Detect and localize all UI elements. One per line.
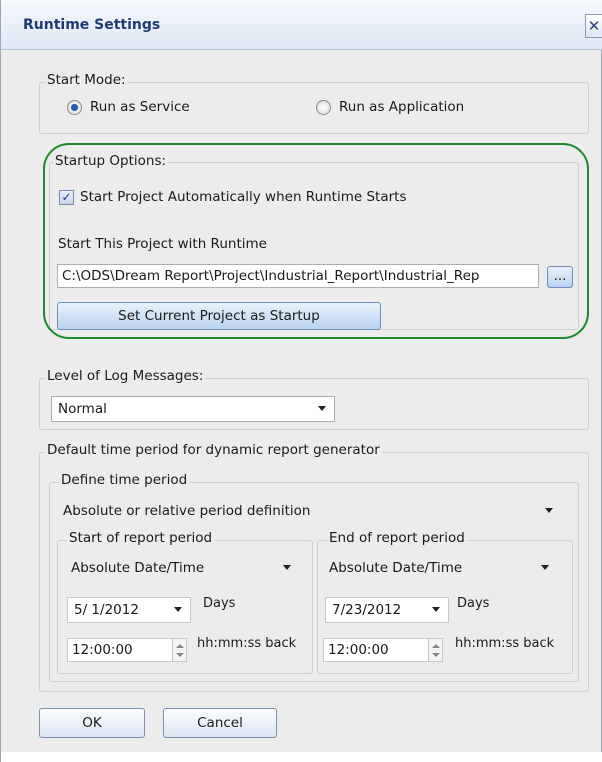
chevron-down-icon [318,406,326,411]
ok-button[interactable]: OK [39,708,145,738]
ellipsis-icon: ... [553,268,567,284]
spin-down-icon [432,653,440,657]
set-current-project-label: Set Current Project as Startup [118,308,320,324]
auto-start-checkbox[interactable]: ✓ [59,190,74,205]
end-time-value: 12:00:00 [328,642,389,658]
chevron-down-icon [545,508,553,513]
start-time-stepper[interactable]: 12:00:00 [67,638,187,662]
close-icon: ✕ [587,17,601,35]
start-with-runtime-label: Start This Project with Runtime [58,236,267,252]
close-button[interactable]: ✕ [585,14,602,38]
period-definition-select[interactable]: Absolute or relative period definition [59,499,565,525]
start-time-value: 12:00:00 [72,642,133,658]
run-as-service-label[interactable]: Run as Service [90,99,190,115]
end-period-legend: End of report period [327,530,467,546]
end-back-label: hh:mm:ss back [455,636,555,651]
log-level-value: Normal [58,401,107,417]
end-mode-value: Absolute Date/Time [329,560,463,576]
define-period-legend: Define time period [59,472,190,488]
startup-options-legend: Startup Options: [53,153,169,169]
cancel-label: Cancel [197,715,243,731]
chevron-down-icon [432,607,440,612]
auto-start-label[interactable]: Start Project Automatically when Runtime… [80,189,406,205]
period-definition-value: Absolute or relative period definition [63,503,311,519]
project-path-input[interactable]: C:\ODS\Dream Report\Project\Industrial_R… [57,264,539,288]
start-mode-legend: Start Mode: [45,72,128,88]
start-time-spinner[interactable] [172,639,186,661]
start-period-legend: Start of report period [67,530,215,546]
runtime-settings-window: Runtime Settings ✕ Start Mode: Run as Se… [0,0,602,762]
spin-up-icon [432,644,440,648]
end-time-spinner[interactable] [428,639,442,661]
end-date-value: 7/23/2012 [332,602,402,618]
chevron-down-icon [541,565,549,570]
log-level-select[interactable]: Normal [51,396,335,422]
end-date-picker[interactable]: 7/23/2012 [325,597,449,623]
spin-up-icon [176,644,184,648]
spin-down-icon [176,653,184,657]
title-bar: Runtime Settings ✕ [1,0,602,50]
start-date-value: 5/ 1/2012 [74,602,139,618]
ok-label: OK [82,715,102,731]
start-mode-value: Absolute Date/Time [71,560,205,576]
run-as-application-label[interactable]: Run as Application [339,99,464,115]
window-title: Runtime Settings [23,17,161,33]
start-days-label: Days [203,596,236,611]
run-as-service-radio[interactable] [67,100,82,115]
start-date-picker[interactable]: 5/ 1/2012 [67,597,191,623]
chevron-down-icon [174,607,182,612]
run-as-application-radio[interactable] [316,100,331,115]
default-period-legend: Default time period for dynamic report g… [45,442,382,458]
cancel-button[interactable]: Cancel [163,708,277,738]
set-current-project-button[interactable]: Set Current Project as Startup [57,302,381,330]
end-time-stepper[interactable]: 12:00:00 [323,638,443,662]
start-back-label: hh:mm:ss back [197,636,297,651]
project-path-value: C:\ODS\Dream Report\Project\Industrial_R… [62,268,480,284]
start-mode-select[interactable]: Absolute Date/Time [67,556,303,582]
window-bottom-edge [1,752,602,762]
end-mode-select[interactable]: Absolute Date/Time [325,556,561,582]
chevron-down-icon [283,565,291,570]
end-days-label: Days [457,596,490,611]
log-level-legend: Level of Log Messages: [45,368,206,384]
browse-button[interactable]: ... [547,266,573,288]
